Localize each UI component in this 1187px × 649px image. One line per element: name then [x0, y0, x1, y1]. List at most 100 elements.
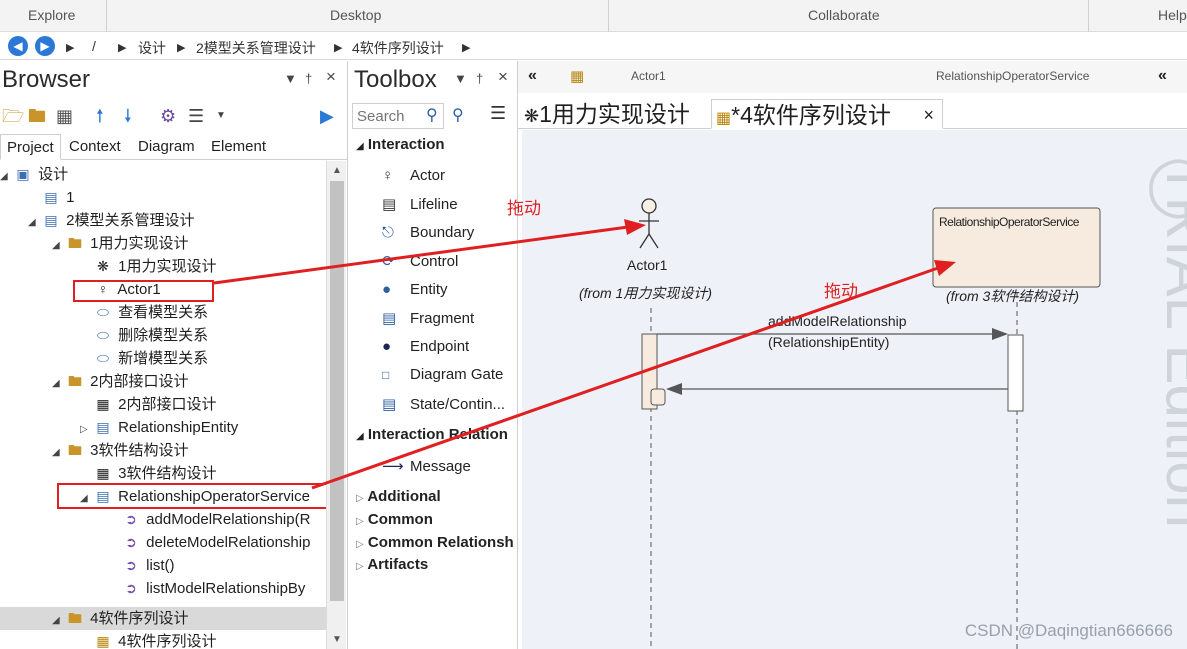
move-down-icon[interactable]: 🠗: [124, 105, 132, 127]
tree-item-interface-diagram[interactable]: ▦ 2内部接口设计: [80, 393, 216, 416]
tree-item-usecase-delete[interactable]: ⬭ 删除模型关系: [80, 324, 208, 347]
usecase-diagram-icon: ❋: [97, 258, 109, 274]
browser-tabs: Project Context Diagram Element: [0, 134, 348, 160]
tool-boundary[interactable]: ⎋ Boundary: [382, 224, 474, 241]
tree-item-op-add[interactable]: ➲ addModelRelationship(R: [108, 508, 310, 531]
component-diagram-icon: ▦: [96, 465, 110, 481]
tool-message[interactable]: ⟶ Message: [382, 457, 471, 475]
collapse-right-icon[interactable]: «: [1158, 67, 1167, 85]
panel-menu-icon[interactable]: ▼: [454, 71, 467, 86]
close-icon[interactable]: ×: [498, 67, 508, 87]
diagram-tabs: ❋1用力实现设计 ▦*4软件序列设计 ×: [518, 95, 1187, 129]
search-icon[interactable]: ⚲: [426, 105, 438, 125]
tab-usecase-diagram[interactable]: ❋1用力实现设计: [524, 99, 690, 129]
tree-item-sequence-diagram[interactable]: ▦ 4软件序列设计: [80, 630, 216, 649]
tab-project[interactable]: Project: [0, 134, 61, 160]
close-icon[interactable]: ×: [326, 67, 336, 87]
pin-icon[interactable]: †: [476, 71, 483, 86]
breadcrumb-root[interactable]: /: [92, 38, 96, 54]
tree-item-structure-diagram[interactable]: ▦ 3软件结构设计: [80, 462, 216, 485]
breadcrumb-item-design[interactable]: 设计: [138, 38, 166, 58]
tree-item-folder-structure[interactable]: ◢ 🖿 3软件结构设计: [52, 439, 189, 462]
tree-item-model[interactable]: ◢ ▤ 2模型关系管理设计: [28, 209, 195, 232]
group-common-relationships[interactable]: ▷ Common Relationsh: [356, 534, 514, 551]
collapse-left-icon[interactable]: «: [528, 67, 537, 85]
chevron-right-icon[interactable]: ▶: [66, 41, 74, 54]
back-icon[interactable]: ◀: [8, 36, 28, 56]
move-up-icon[interactable]: 🠕: [96, 105, 104, 127]
actor-activation-return[interactable]: [650, 388, 666, 406]
panel-menu-icon[interactable]: ▼: [284, 71, 297, 86]
browser-scrollbar[interactable]: ▲ ▼: [326, 161, 346, 649]
tree-item-usecase-diagram[interactable]: ❋ 1用力实现设计: [80, 255, 216, 278]
breadcrumb-item-sequence[interactable]: 4软件序列设计: [352, 38, 444, 58]
expand-icon[interactable]: ◢: [52, 441, 64, 464]
browser-panel: Browser ▼ † × 🗁 🖿 ▦ 🠕 🠗 ⚙ ☰ ▼ ▶ Project …: [0, 61, 348, 649]
expand-icon[interactable]: ◢: [0, 165, 12, 188]
group-interaction[interactable]: ◢ Interaction: [356, 136, 445, 153]
tab-sequence-diagram[interactable]: ▦*4软件序列设计 ×: [711, 99, 943, 129]
pin-icon[interactable]: †: [305, 71, 312, 86]
expand-icon[interactable]: ◢: [52, 234, 64, 257]
scroll-up-icon[interactable]: ▲: [332, 165, 342, 176]
tree-item-relationship-entity[interactable]: ▷ ▤ RelationshipEntity: [80, 416, 238, 439]
scroll-down-icon[interactable]: ▼: [332, 634, 342, 645]
chevron-down-icon[interactable]: ▼: [216, 105, 226, 127]
ribbon-tab-desktop[interactable]: Desktop: [330, 7, 381, 23]
tool-control[interactable]: ⟳ Control: [382, 252, 458, 270]
scrollbar-thumb[interactable]: [330, 181, 344, 601]
find-icon[interactable]: ⚲: [452, 105, 464, 125]
expand-icon[interactable]: ◢: [52, 372, 64, 395]
model-icon: ▤: [44, 212, 58, 228]
breadcrumb-item-model[interactable]: 2模型关系管理设计: [196, 38, 316, 58]
diagram-canvas[interactable]: TRIAL Edition ◯ Actor1 (from 1用力实现设计) Re…: [522, 130, 1187, 649]
ribbon-tab-collaborate[interactable]: Collaborate: [808, 7, 880, 23]
tool-lifeline[interactable]: ▤ Lifeline: [382, 195, 458, 213]
tree-item-op-listby[interactable]: ➲ listModelRelationshipBy: [108, 577, 305, 600]
tool-endpoint[interactable]: ● Endpoint: [382, 338, 469, 355]
tree-item-folder-interface[interactable]: ◢ 🖿 2内部接口设计: [52, 370, 189, 393]
new-diagram-icon[interactable]: ▦: [56, 105, 73, 127]
group-common[interactable]: ▷ Common: [356, 511, 433, 528]
usecase-icon: ⬭: [97, 350, 109, 366]
tool-actor[interactable]: ♀ Actor: [382, 167, 445, 184]
tool-fragment[interactable]: ▤ Fragment: [382, 309, 474, 327]
call-arrow-head: [992, 328, 1008, 340]
tree-item-op-delete[interactable]: ➲ deleteModelRelationship: [108, 531, 310, 554]
tab-element[interactable]: Element: [211, 138, 266, 155]
operation-icon: ➲: [125, 580, 137, 596]
close-tab-icon[interactable]: ×: [923, 100, 934, 130]
menu-icon[interactable]: ☰: [188, 105, 204, 127]
forward-icon[interactable]: ▶: [35, 36, 55, 56]
tree-item-usecase-view[interactable]: ⬭ 查看模型关系: [80, 301, 208, 324]
usecase-icon: ⬭: [97, 304, 109, 320]
chevron-right-icon[interactable]: ▶: [462, 41, 470, 54]
new-package-icon[interactable]: 🗁: [2, 105, 24, 127]
tree-item-folder-usecase[interactable]: ◢ 🖿 1用力实现设计: [52, 232, 189, 255]
locate-icon[interactable]: ⚙: [160, 105, 176, 127]
tool-diagram-gate[interactable]: □ Diagram Gate: [382, 366, 503, 383]
tool-entity[interactable]: ● Entity: [382, 281, 448, 298]
collapse-icon[interactable]: ▷: [80, 418, 92, 441]
service-activation[interactable]: [1007, 334, 1024, 412]
tree-item-folder-sequence[interactable]: ◢ 🖿 4软件序列设计: [0, 607, 326, 630]
tree-item-op-list[interactable]: ➲ list(): [108, 554, 174, 577]
group-additional[interactable]: ▷ Additional: [356, 488, 441, 505]
tab-context[interactable]: Context: [69, 138, 121, 155]
tree-item-usecase-add[interactable]: ⬭ 新增模型关系: [80, 347, 208, 370]
group-interaction-relation[interactable]: ◢ Interaction Relation: [356, 426, 508, 443]
new-folder-icon[interactable]: 🖿: [28, 105, 46, 127]
expand-icon[interactable]: ◢: [28, 211, 40, 234]
tool-state-continuation[interactable]: ▤ State/Contin...: [382, 395, 505, 413]
ribbon-bar: Explore Desktop Collaborate Help: [0, 0, 1187, 32]
actor-figure[interactable]: [639, 198, 659, 249]
play-icon[interactable]: ▶: [320, 105, 334, 127]
tree-item-design[interactable]: ◢ ▣ 设计: [0, 163, 68, 186]
tree-item-1[interactable]: ▤ 1: [28, 186, 74, 209]
group-artifacts[interactable]: ▷ Artifacts: [356, 556, 428, 573]
tab-diagram[interactable]: Diagram: [138, 138, 195, 155]
ribbon-tab-explore[interactable]: Explore: [28, 7, 75, 23]
ribbon-tab-help[interactable]: Help: [1158, 7, 1187, 23]
menu-icon[interactable]: ☰: [490, 103, 506, 124]
expand-icon[interactable]: ◢: [52, 609, 64, 632]
